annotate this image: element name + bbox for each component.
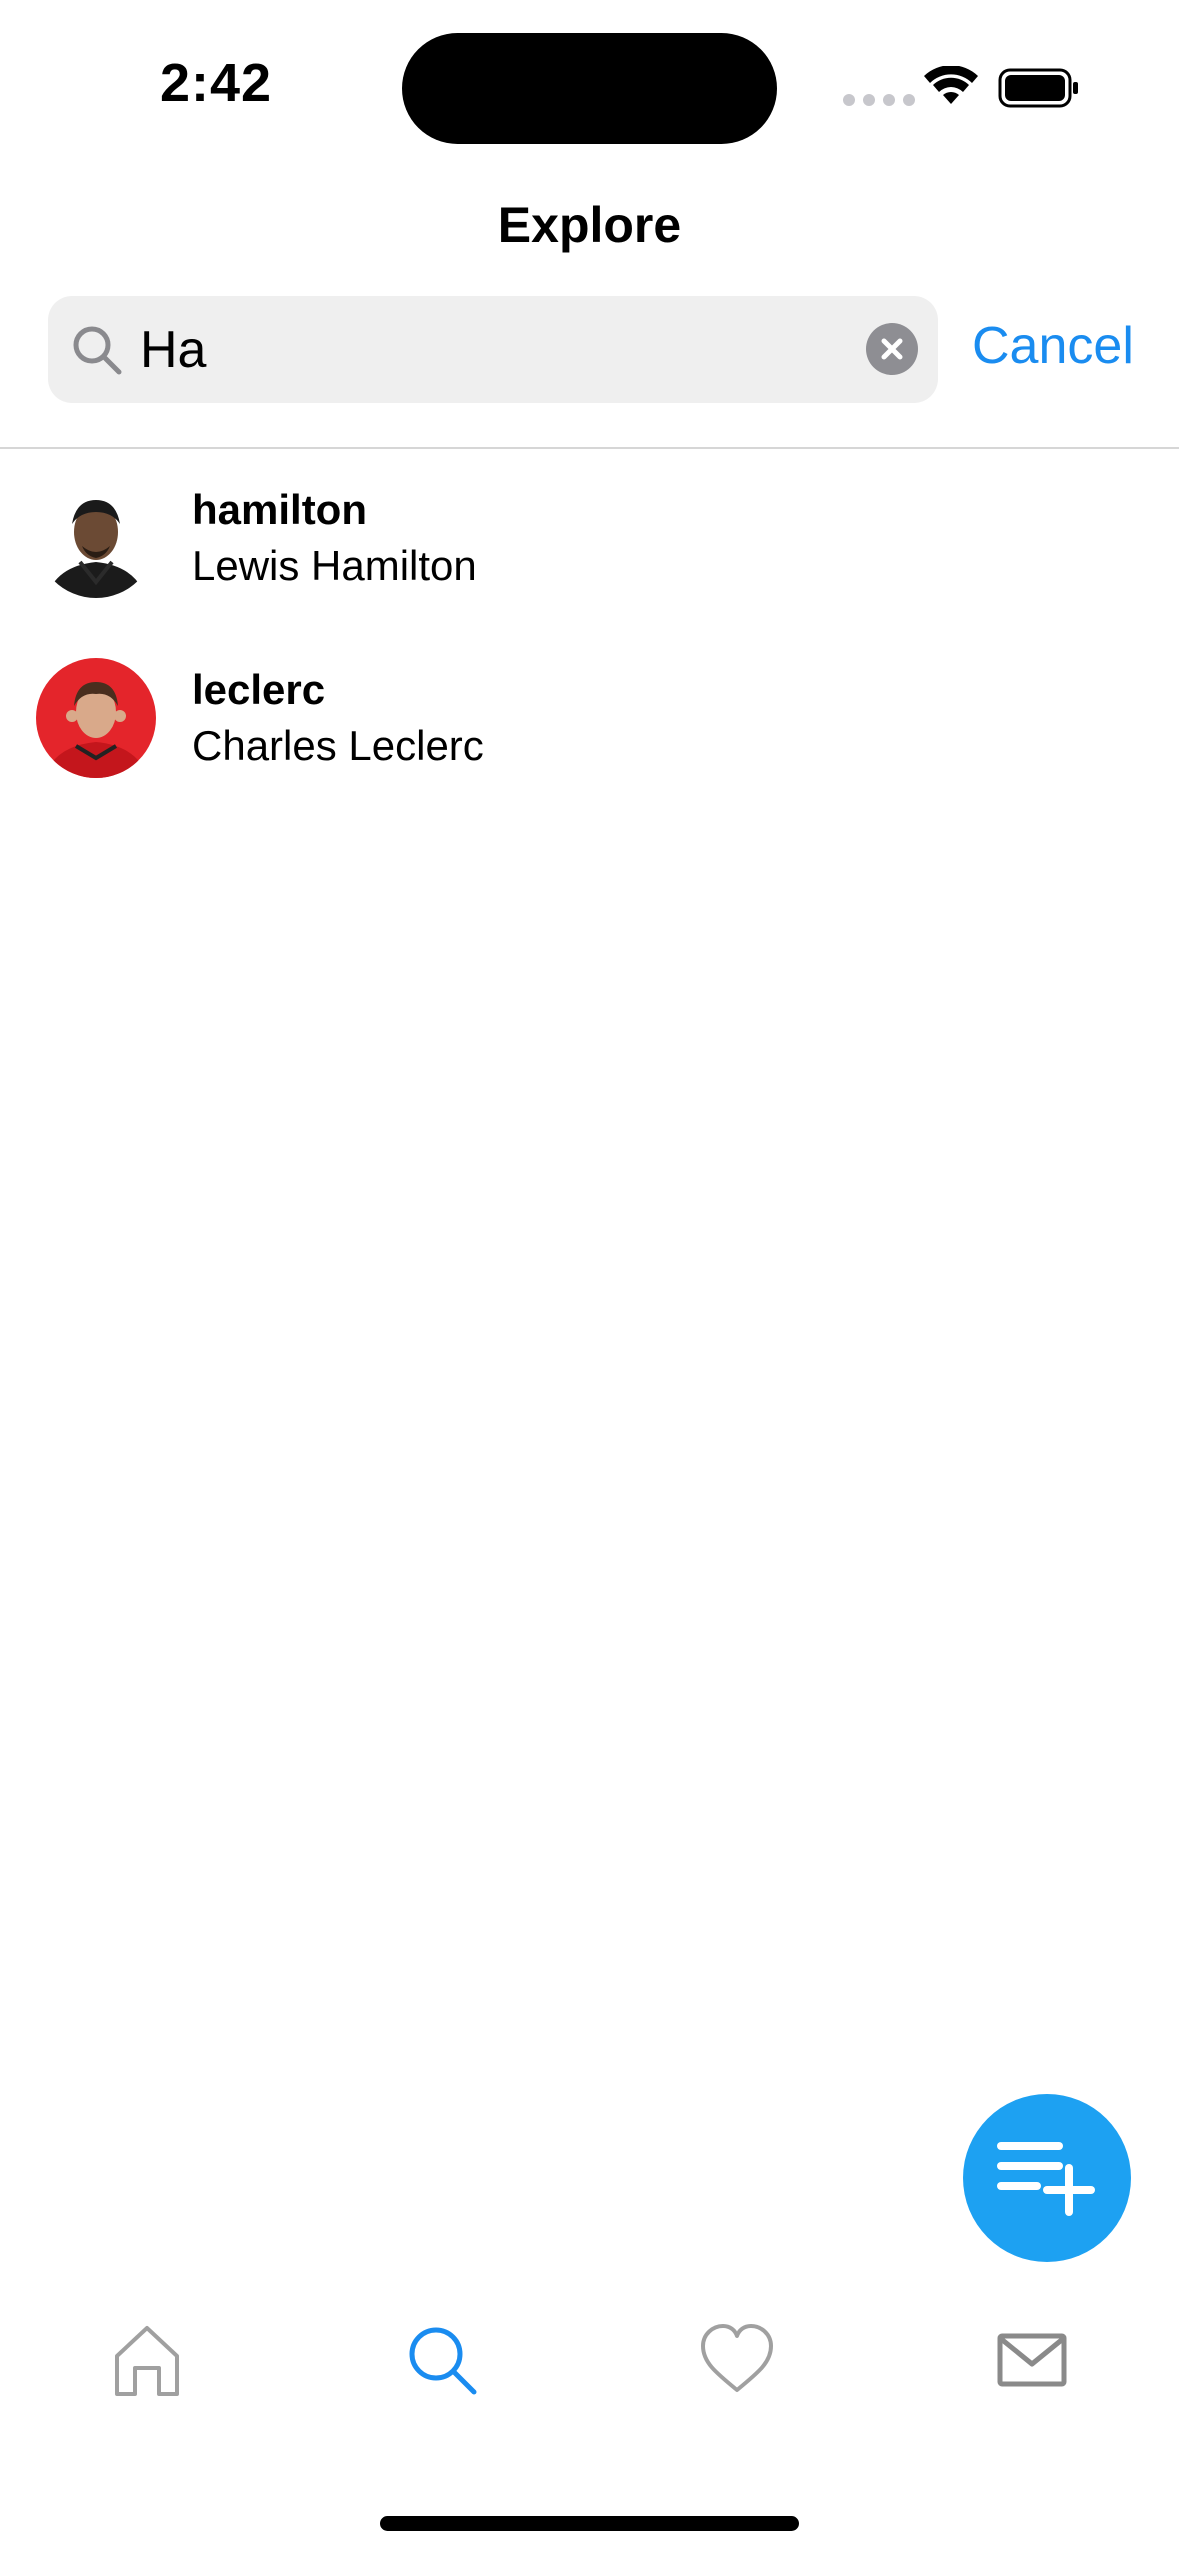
result-full-name: Charles Leclerc	[192, 722, 484, 769]
list-item[interactable]: leclerc Charles Leclerc	[0, 658, 1179, 828]
wifi-icon	[924, 66, 978, 104]
search-icon	[409, 2327, 477, 2395]
cellular-signal-icon	[843, 94, 915, 106]
tab-search[interactable]	[402, 2320, 482, 2400]
dynamic-island	[402, 33, 777, 144]
tab-home[interactable]	[107, 2320, 187, 2400]
divider	[0, 447, 1179, 449]
tab-activity[interactable]	[697, 2320, 777, 2400]
result-full-name: Lewis Hamilton	[192, 542, 477, 589]
cancel-button[interactable]: Cancel	[972, 316, 1134, 376]
compose-list-plus-icon	[997, 2142, 1095, 2216]
battery-icon	[998, 68, 1078, 108]
avatar	[36, 478, 156, 598]
compose-button[interactable]	[963, 2094, 1131, 2262]
result-username: hamilton	[192, 486, 367, 533]
heart-icon	[701, 2324, 773, 2392]
page-title: Explore	[497, 197, 682, 253]
magnifier-icon	[73, 326, 122, 375]
result-username: leclerc	[192, 666, 326, 713]
search-bar[interactable]	[48, 296, 938, 403]
tab-messages[interactable]	[992, 2320, 1072, 2400]
list-item[interactable]: hamilton Lewis Hamilton	[0, 478, 1179, 648]
clear-circle-icon[interactable]	[866, 323, 918, 375]
home-icon	[115, 2326, 179, 2396]
mail-icon	[997, 2333, 1067, 2387]
home-indicator[interactable]	[380, 2516, 799, 2531]
search-input[interactable]	[140, 296, 880, 403]
status-time: 2:42	[160, 53, 273, 113]
avatar	[36, 658, 156, 778]
